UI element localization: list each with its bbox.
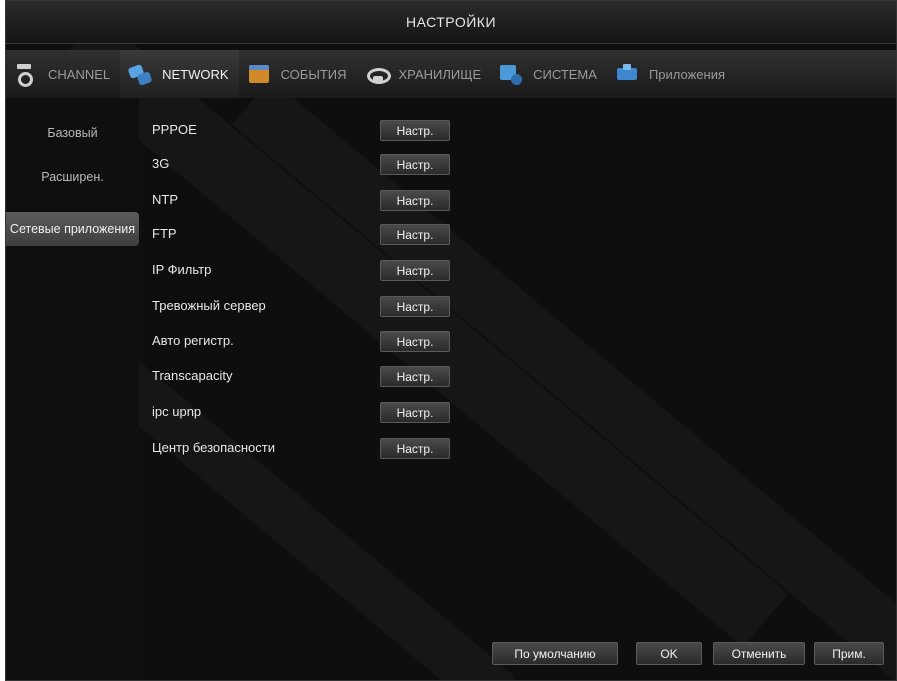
- setting-row-transcapacity: Transcapacity Настр.: [152, 366, 452, 390]
- setting-label: PPPOE: [152, 122, 197, 137]
- setting-label: IP Фильтр: [152, 262, 212, 277]
- setup-button[interactable]: Настр.: [380, 224, 450, 245]
- setting-label: Центр безопасности: [152, 440, 276, 455]
- setup-button[interactable]: Настр.: [380, 260, 450, 281]
- tab-label: ХРАНИЛИЩЕ: [398, 66, 482, 82]
- apps-icon: [615, 62, 639, 86]
- apply-button[interactable]: Прим.: [814, 642, 884, 665]
- tab-label: Приложения: [648, 66, 725, 82]
- setting-label: Авто регистр.: [152, 333, 234, 348]
- tab-bar: CHANNEL NETWORK СОБЫТИЯ ХРАНИЛИЩЕ СИСТЕМ…: [6, 50, 896, 98]
- sidebar-item-label: Расширен.: [41, 170, 104, 184]
- setting-row-auto-register: Авто регистр. Настр.: [152, 331, 452, 355]
- setup-button[interactable]: Настр.: [380, 120, 450, 141]
- sidebar: Базовый Расширен. Сетевые приложения: [6, 98, 139, 680]
- tab-label: NETWORK: [162, 66, 229, 82]
- setting-row-ftp: FTP Настр.: [152, 224, 452, 248]
- setting-row-ipc-upnp: ipc upnp Настр.: [152, 402, 452, 426]
- sidebar-item-basic[interactable]: Базовый: [6, 116, 139, 150]
- settings-panel: PPPOE Настр. 3G Настр. NTP Настр. FTP На…: [142, 98, 896, 680]
- sidebar-item-network-apps[interactable]: Сетевые приложения: [6, 212, 139, 246]
- setting-label: ipc upnp: [152, 404, 202, 419]
- system-icon: [499, 62, 523, 86]
- setting-row-3g: 3G Настр.: [152, 154, 452, 178]
- tab-events[interactable]: СОБЫТИЯ: [239, 50, 357, 98]
- sidebar-item-label: Базовый: [47, 126, 98, 140]
- network-icon: [128, 62, 152, 86]
- camera-icon: [14, 62, 38, 87]
- tab-apps[interactable]: Приложения: [607, 50, 735, 98]
- setup-button[interactable]: Настр.: [380, 190, 450, 211]
- setup-button[interactable]: Настр.: [380, 154, 450, 175]
- storage-icon: [365, 62, 391, 86]
- setup-button[interactable]: Настр.: [380, 331, 450, 352]
- tab-channel[interactable]: CHANNEL: [6, 50, 120, 98]
- setup-button[interactable]: Настр.: [380, 438, 450, 459]
- window-title: НАСТРОЙКИ: [6, 1, 896, 44]
- tab-label: CHANNEL: [48, 66, 111, 82]
- setting-label: Тревожный сервер: [152, 298, 266, 313]
- tab-label: СИСТЕМА: [533, 66, 597, 82]
- setting-label: NTP: [152, 192, 178, 207]
- sidebar-item-advanced[interactable]: Расширен.: [6, 160, 139, 194]
- default-button[interactable]: По умолчанию: [492, 642, 618, 665]
- setting-label: Transcapacity: [152, 368, 233, 383]
- setup-button[interactable]: Настр.: [380, 296, 450, 317]
- settings-window: НАСТРОЙКИ CHANNEL NETWORK СОБЫТИЯ ХРАНИЛ…: [5, 0, 897, 681]
- setup-button[interactable]: Настр.: [380, 366, 450, 387]
- setting-label: 3G: [152, 156, 170, 171]
- events-icon: [247, 62, 271, 86]
- setting-row-alarm-server: Тревожный сервер Настр.: [152, 296, 452, 320]
- tab-label: СОБЫТИЯ: [280, 66, 347, 82]
- tab-storage[interactable]: ХРАНИЛИЩЕ: [357, 50, 492, 98]
- setting-row-pppoe: PPPOE Настр.: [152, 120, 452, 144]
- sidebar-item-label: Сетевые приложения: [9, 222, 135, 236]
- setting-row-security-center: Центр безопасности Настр.: [152, 438, 452, 462]
- tab-system[interactable]: СИСТЕМА: [491, 50, 607, 98]
- ok-button[interactable]: OK: [636, 642, 702, 665]
- setting-label: FTP: [152, 226, 177, 241]
- tab-network[interactable]: NETWORK: [120, 50, 239, 98]
- setting-row-ip-filter: IP Фильтр Настр.: [152, 260, 452, 284]
- setup-button[interactable]: Настр.: [380, 402, 450, 423]
- cancel-button[interactable]: Отменить: [713, 642, 805, 665]
- setting-row-ntp: NTP Настр.: [152, 190, 452, 214]
